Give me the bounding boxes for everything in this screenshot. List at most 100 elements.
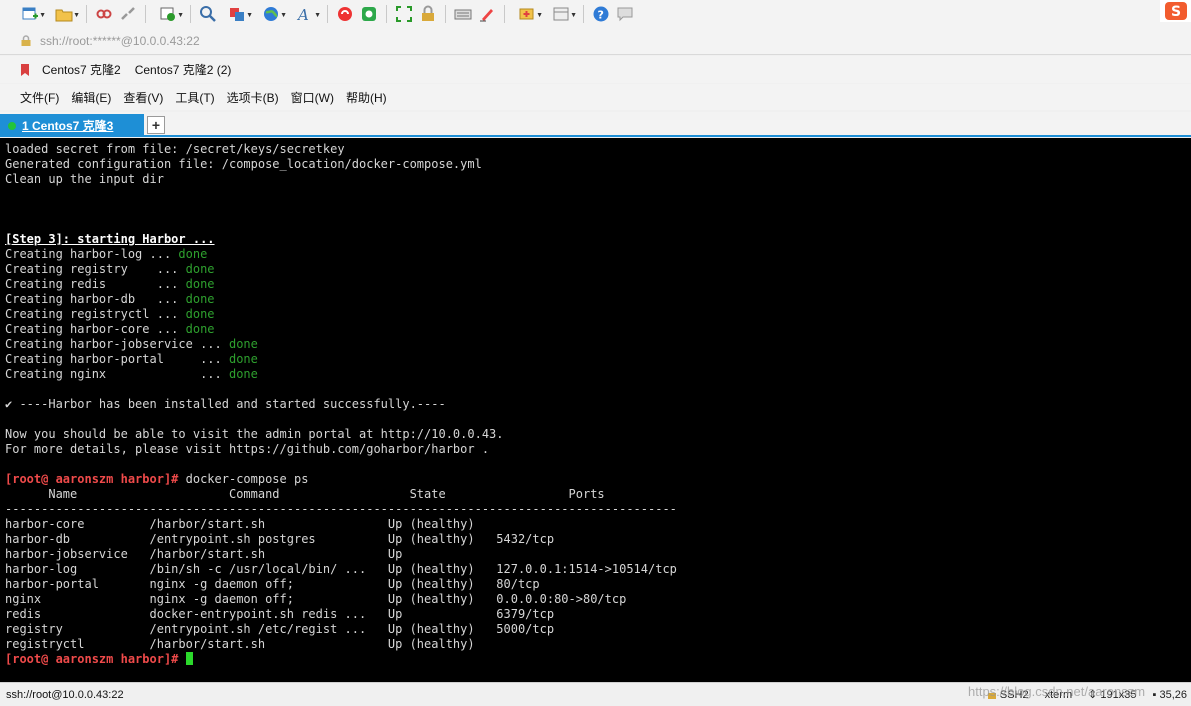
done-status: done: [185, 277, 215, 291]
ps-row: harbor-jobservice /harbor/start.sh Up: [5, 547, 403, 561]
ps-row: registry /entrypoint.sh /etc/regist ... …: [5, 622, 555, 636]
svg-text:S: S: [1171, 4, 1181, 20]
disconnect-icon[interactable]: [93, 3, 115, 25]
creating-text: Creating harbor-db ...: [5, 292, 186, 306]
reconnect-icon[interactable]: [117, 3, 139, 25]
done-status: done: [228, 352, 258, 366]
xshell-icon[interactable]: [334, 3, 356, 25]
done-status: done: [185, 292, 215, 306]
address-bar: ssh://root:******@10.0.0.43:22: [0, 28, 1191, 55]
session-properties-icon[interactable]: ▼: [152, 3, 184, 25]
step3-heading: [Step 3]: starting Harbor ...: [5, 232, 215, 246]
menu-help[interactable]: 帮助(H): [340, 89, 393, 106]
menu-window[interactable]: 窗口(W): [285, 89, 340, 106]
main-toolbar: ▼ ▼ ▼ ▼ ▼ A ▼ ▼ ▼ ?: [0, 0, 1191, 28]
terminal-line: loaded secret from file: /secret/keys/se…: [5, 142, 345, 156]
toolbar-separator: [386, 5, 387, 23]
done-status: done: [185, 307, 215, 321]
creating-text: Creating harbor-portal ...: [5, 352, 229, 366]
terminal-cursor: [185, 652, 193, 665]
creating-line: Creating registryctl ... done: [5, 307, 1186, 322]
add-tab-button[interactable]: +: [147, 116, 165, 134]
globe-icon[interactable]: ▼: [255, 3, 287, 25]
creating-line: Creating harbor-portal ... done: [5, 352, 1186, 367]
protocol-label: SSH2: [999, 688, 1029, 701]
ps-row: redis docker-entrypoint.sh redis ... Up …: [5, 607, 555, 621]
command-text: docker-compose ps: [178, 472, 309, 486]
highlight-icon[interactable]: [476, 3, 498, 25]
details-message: For more details, please visit https://g…: [5, 442, 490, 456]
font-icon[interactable]: A ▼: [289, 3, 321, 25]
done-status: done: [228, 367, 258, 381]
creating-text: Creating redis ...: [5, 277, 186, 291]
status-bar: ssh://root@10.0.0.43:22 SSH2 xterm ⇕ 191…: [0, 682, 1191, 706]
creating-line: Creating registry ... done: [5, 262, 1186, 277]
find-icon[interactable]: [197, 3, 219, 25]
menu-tools[interactable]: 工具(T): [169, 89, 220, 106]
tab-label: 1 Centos7 克隆3: [22, 119, 114, 133]
lock-icon[interactable]: [417, 3, 439, 25]
address-field[interactable]: ssh://root:******@10.0.0.43:22: [20, 34, 200, 48]
toolbar-separator: [583, 5, 584, 23]
tab-centos7-clone3[interactable]: 1 Centos7 克隆3: [0, 114, 144, 137]
keyboard-icon[interactable]: [452, 3, 474, 25]
bookmark-icon: [21, 63, 29, 76]
shell-prompt: [root@ aaronszm harbor]#: [5, 472, 179, 486]
creating-text: Creating registryctl ...: [5, 307, 186, 321]
ps-row: nginx nginx -g daemon off; Up (healthy) …: [5, 592, 627, 606]
protocol-status: SSH2: [987, 689, 1029, 701]
fullscreen-icon[interactable]: [393, 3, 415, 25]
xftp-icon[interactable]: [358, 3, 380, 25]
menu-file[interactable]: 文件(F): [14, 89, 65, 106]
creating-line: Creating harbor-jobservice ... done: [5, 337, 1186, 352]
sessions-bar: Centos7 克隆2 Centos7 克隆2 (2): [0, 56, 1191, 83]
compose-icon[interactable]: ▼: [511, 3, 543, 25]
sogou-ime-icon[interactable]: S: [1160, 0, 1191, 22]
terminal-line: Generated configuration file: /compose_l…: [5, 157, 482, 171]
ps-row: harbor-core /harbor/start.sh Up (healthy…: [5, 517, 475, 531]
creating-text: Creating harbor-jobservice ...: [5, 337, 229, 351]
terminal-line: Clean up the input dir: [5, 172, 164, 186]
svg-text:A: A: [296, 6, 309, 23]
help-icon[interactable]: ?: [590, 3, 612, 25]
address-value: ssh://root:******@10.0.0.43:22: [40, 34, 200, 48]
session-link-1[interactable]: Centos7 克隆2 (2): [131, 59, 236, 80]
active-prompt-line[interactable]: [root@ aaronszm harbor]#: [5, 652, 1186, 667]
terminal-size: ⇕ 191x35: [1088, 689, 1137, 701]
creating-line: Creating harbor-log ... done: [5, 247, 1186, 262]
toolbar-separator: [327, 5, 328, 23]
shell-prompt: [root@ aaronszm harbor]#: [5, 652, 179, 666]
layout-icon[interactable]: ▼: [545, 3, 577, 25]
terminal-output[interactable]: loaded secret from file: /secret/keys/se…: [0, 138, 1191, 682]
terminal-size-value: 191x35: [1100, 689, 1137, 701]
cursor-position-value: 35,26: [1159, 688, 1187, 701]
ps-row: harbor-db /entrypoint.sh postgres Up (he…: [5, 532, 555, 546]
menu-view[interactable]: 查看(V): [117, 89, 169, 106]
transfer-icon[interactable]: ▼: [221, 3, 253, 25]
menu-tabs[interactable]: 选项卡(B): [221, 89, 285, 106]
svg-text:?: ?: [598, 9, 604, 22]
ps-rule: ----------------------------------------…: [5, 502, 677, 516]
new-session-icon[interactable]: ▼: [14, 3, 46, 25]
command-line: [root@ aaronszm harbor]# docker-compose …: [5, 472, 1186, 487]
done-status: done: [178, 247, 208, 261]
toolbar-separator: [86, 5, 87, 23]
creating-line: Creating redis ... done: [5, 277, 1186, 292]
creating-text: Creating nginx ...: [5, 367, 229, 381]
menu-bar: 文件(F) 编辑(E) 查看(V) 工具(T) 选项卡(B) 窗口(W) 帮助(…: [0, 84, 1191, 110]
session-link-0[interactable]: Centos7 克隆2: [38, 59, 125, 80]
open-folder-icon[interactable]: ▼: [48, 3, 80, 25]
done-status: done: [185, 322, 215, 336]
success-message: ✔ ----Harbor has been installed and star…: [5, 397, 446, 411]
menu-edit[interactable]: 编辑(E): [65, 89, 117, 106]
toolbar-separator: [145, 5, 146, 23]
toolbar-separator: [445, 5, 446, 23]
chat-icon[interactable]: [614, 3, 636, 25]
visit-message: Now you should be able to visit the admi…: [5, 427, 504, 441]
creating-text: Creating harbor-log ...: [5, 247, 179, 261]
